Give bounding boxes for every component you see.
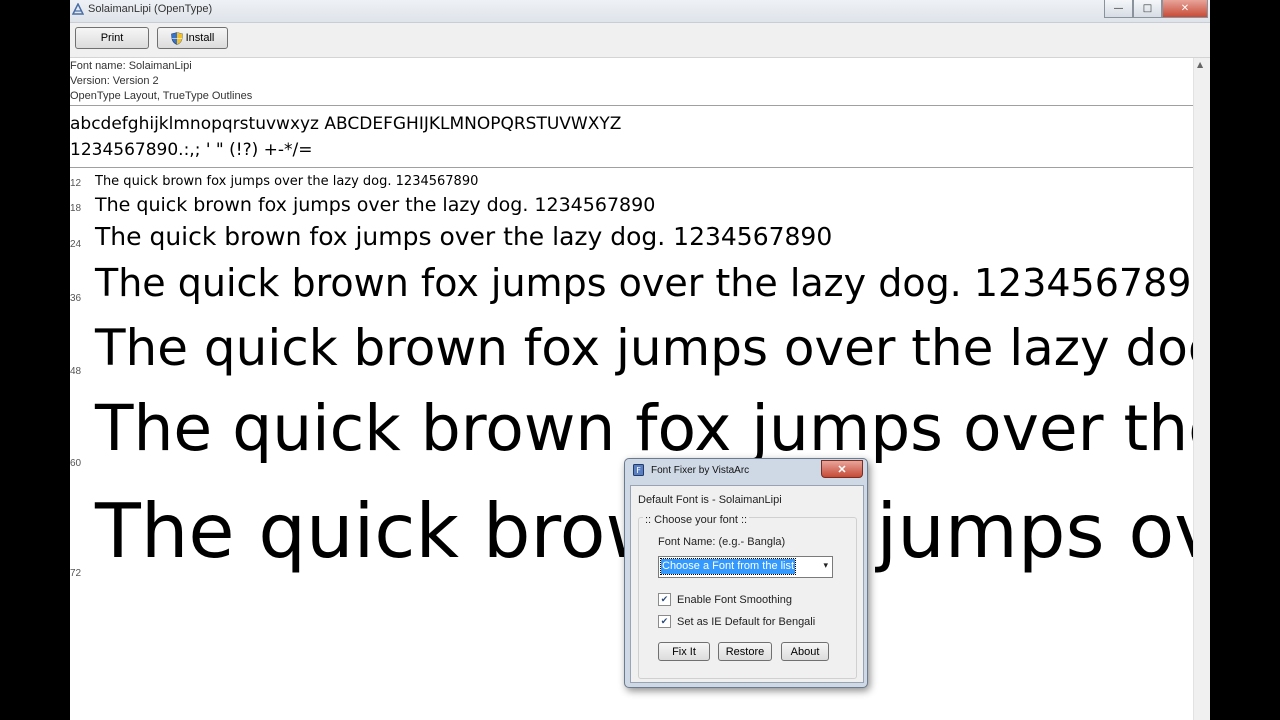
sample-text: The quick brown fox jumps over the lazy … xyxy=(95,194,656,216)
chevron-down-icon[interactable]: ▾ xyxy=(823,560,828,571)
fix-it-button[interactable]: Fix It xyxy=(658,642,710,661)
restore-button[interactable]: Restore xyxy=(718,642,772,661)
sample-size-label: 18 xyxy=(70,203,82,214)
dialog-title-bar: F Font Fixer by VistaArc ✕ xyxy=(625,459,867,481)
dialog-body: Default Font is - SolaimanLipi :: Choose… xyxy=(630,485,864,683)
about-button[interactable]: About xyxy=(781,642,829,661)
sample-row: 24 The quick brown fox jumps over the la… xyxy=(70,222,1194,251)
sample-size-label: 72 xyxy=(70,568,82,579)
sample-size-label: 48 xyxy=(70,366,82,377)
fix-it-label: Fix It xyxy=(672,645,696,658)
scroll-up-arrow-icon[interactable]: ▲ xyxy=(1197,60,1203,69)
ie-default-row[interactable]: ✔ Set as IE Default for Bengali xyxy=(658,615,815,628)
font-select-dropdown[interactable]: Choose a Font from the list ▾ xyxy=(658,556,833,578)
sample-text: The quick brown fox jumps over the lazy … xyxy=(95,222,833,251)
restore-label: Restore xyxy=(725,645,765,658)
font-fixer-dialog: F Font Fixer by VistaArc ✕ Default Font … xyxy=(624,458,868,688)
dialog-close-button[interactable]: ✕ xyxy=(821,460,863,478)
about-label: About xyxy=(790,645,820,658)
sample-row: 60 The quick brown fox jumps over the la… xyxy=(70,392,1194,469)
choose-font-group-label: :: Choose your font :: xyxy=(643,514,750,526)
sample-text: The quick brown fox jumps over the lazy … xyxy=(95,261,1194,305)
sample-size-label: 36 xyxy=(70,293,82,304)
sample-row: 18 The quick brown fox jumps over the la… xyxy=(70,194,1194,216)
svg-text:F: F xyxy=(636,466,641,475)
default-font-text: Default Font is - SolaimanLipi xyxy=(638,494,782,506)
sample-size-label: 24 xyxy=(70,239,82,250)
dialog-title: Font Fixer by VistaArc xyxy=(651,465,750,476)
enable-smoothing-row[interactable]: ✔ Enable Font Smoothing xyxy=(658,593,792,606)
sample-text: The quick brown fox jumps over the lazy … xyxy=(95,174,479,189)
enable-smoothing-checkbox[interactable]: ✔ xyxy=(658,593,671,606)
sample-text: The quick brown fox jumps over the lazy … xyxy=(95,392,1194,465)
sample-row: 12 The quick brown fox jumps over the la… xyxy=(70,174,1194,189)
sample-size-label: 60 xyxy=(70,458,82,469)
sample-row: 48 The quick brown fox jumps over the la… xyxy=(70,319,1194,377)
vertical-scrollbar[interactable]: ▲ xyxy=(1193,58,1210,720)
sample-row: 36 The quick brown fox jumps over the la… xyxy=(70,261,1194,305)
ie-default-label: Set as IE Default for Bengali xyxy=(677,615,816,628)
sample-size-label: 12 xyxy=(70,178,82,189)
ie-default-checkbox[interactable]: ✔ xyxy=(658,615,671,628)
font-select-value: Choose a Font from the list xyxy=(659,558,797,575)
font-name-label: Font Name: (e.g.- Bangla) xyxy=(658,536,786,548)
sample-text: The quick brown fox jumps over the lazy … xyxy=(95,319,1194,377)
font-fixer-app-icon: F xyxy=(633,464,644,476)
enable-smoothing-label: Enable Font Smoothing xyxy=(677,593,792,606)
